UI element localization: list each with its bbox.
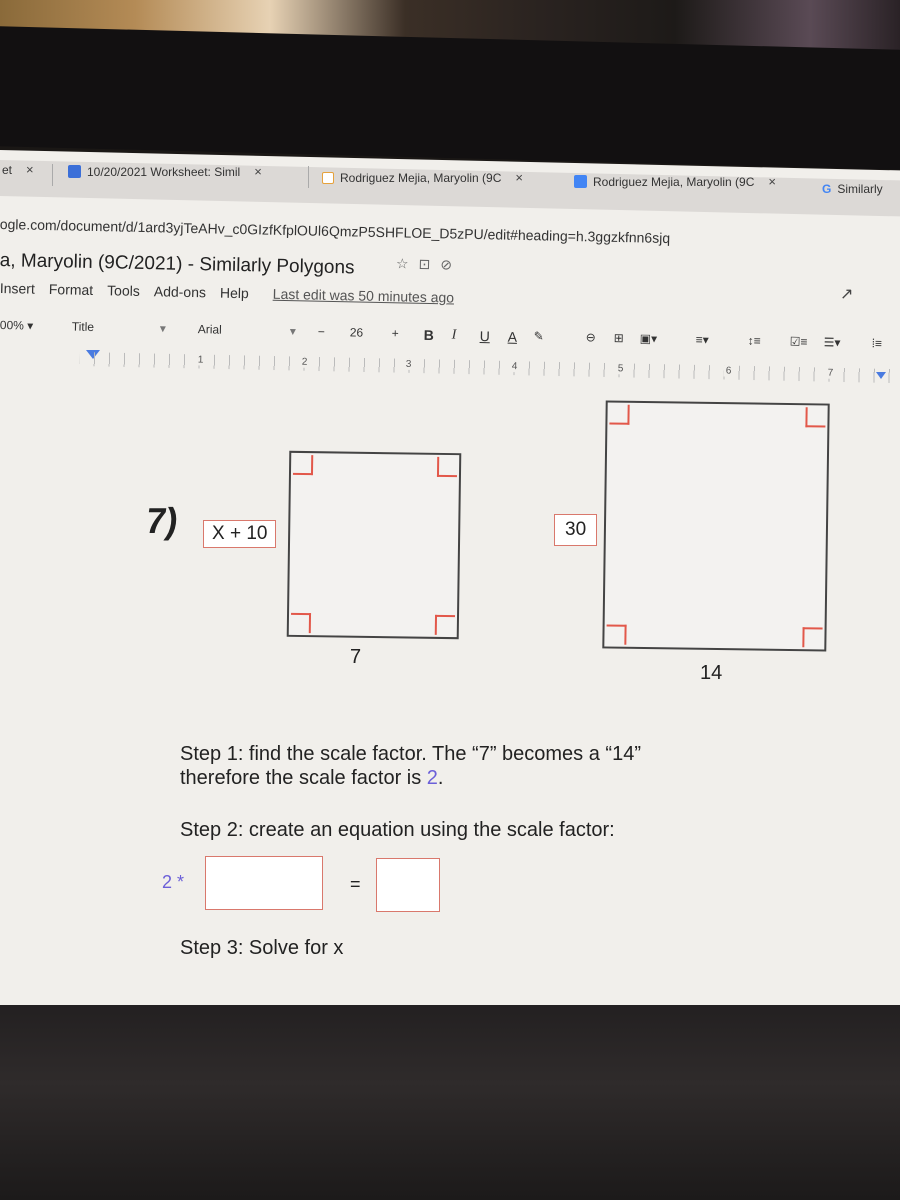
- italic-button[interactable]: I: [452, 327, 457, 343]
- right-angle-mark: [292, 454, 314, 476]
- large-bottom-label[interactable]: 14: [700, 662, 722, 685]
- menu-format[interactable]: Format: [49, 281, 94, 298]
- laptop-lower-area: [0, 1005, 900, 1200]
- menu-help[interactable]: Help: [220, 285, 249, 302]
- image-icon[interactable]: ▣▾: [640, 331, 658, 345]
- equation-left-input[interactable]: [205, 856, 323, 910]
- tab-label: Rodriguez Mejia, Maryolin (9C: [340, 170, 502, 185]
- close-icon[interactable]: ×: [254, 164, 262, 179]
- tab-worksheet[interactable]: 10/20/2021 Worksheet: Simil ×: [68, 164, 262, 179]
- right-angle-mark: [802, 627, 823, 648]
- scale-factor-value: 2: [426, 767, 438, 789]
- star-icon[interactable]: ☆: [396, 255, 419, 271]
- tab-rodriguez-1[interactable]: Rodriguez Mejia, Maryolin (9C ×: [322, 170, 523, 185]
- style-select[interactable]: Title: [72, 320, 95, 334]
- zoom-select[interactable]: 00% ▾: [0, 318, 33, 333]
- menu-tools[interactable]: Tools: [107, 282, 140, 299]
- equation-right-input[interactable]: [376, 858, 440, 912]
- small-square: [286, 450, 462, 640]
- chevron-down-icon[interactable]: ▾: [290, 324, 296, 338]
- classroom-icon: [68, 165, 81, 178]
- step1-line2: therefore the scale factor is 2.: [180, 767, 444, 789]
- right-angle-mark: [290, 612, 312, 634]
- font-select[interactable]: Arial: [198, 322, 222, 336]
- tab-label: 10/20/2021 Worksheet: Simil: [87, 164, 241, 179]
- tab-rodriguez-2[interactable]: Rodriguez Mejia, Maryolin (9C ×: [574, 174, 776, 189]
- tab-separator: [52, 164, 53, 186]
- align-icon[interactable]: ≡▾: [696, 333, 709, 347]
- equals-sign: =: [350, 874, 361, 894]
- bold-button[interactable]: B: [424, 327, 434, 343]
- large-side-label[interactable]: 30: [554, 514, 598, 546]
- equation-prefix: 2 *: [162, 872, 185, 892]
- docs-icon: [574, 175, 587, 188]
- ruler-mark: 4: [509, 361, 520, 373]
- ruler-mark: 2: [299, 356, 310, 368]
- ruler-mark: 1: [195, 354, 206, 366]
- large-square: [602, 400, 830, 652]
- tab-label: Rodriguez Mejia, Maryolin (9C: [593, 174, 755, 189]
- tab-label: et: [2, 162, 13, 177]
- bulleted-list-icon[interactable]: ☰▾: [824, 335, 841, 349]
- highlight-icon[interactable]: ✎: [534, 329, 544, 343]
- font-size-input[interactable]: 26: [350, 325, 364, 339]
- right-angle-mark: [609, 404, 630, 425]
- text-color-button[interactable]: A: [508, 329, 518, 345]
- tab-separator: [308, 166, 309, 188]
- small-bottom-label[interactable]: 7: [350, 646, 361, 669]
- right-indent-marker[interactable]: [876, 372, 886, 379]
- menu-insert[interactable]: Insert: [0, 280, 35, 297]
- problem-number: 7): [143, 500, 181, 541]
- step1-line1: Step 1: find the scale factor. The “7” b…: [180, 743, 641, 765]
- tab-similarly[interactable]: G Similarly: [822, 182, 883, 196]
- ruler-mark: 6: [723, 365, 734, 377]
- right-angle-mark: [436, 456, 458, 478]
- right-angle-mark: [805, 407, 826, 428]
- link-icon[interactable]: ⊖: [586, 330, 596, 344]
- laptop-bezel: [0, 26, 900, 170]
- increase-font-button[interactable]: +: [392, 326, 399, 340]
- line-spacing-icon[interactable]: ↕≡: [748, 334, 761, 348]
- step3-text: Step 3: Solve for x: [180, 937, 344, 959]
- drive-icon: [322, 171, 334, 184]
- tab-label: Similarly: [837, 182, 883, 196]
- small-side-label[interactable]: X + 10: [203, 520, 277, 548]
- close-icon[interactable]: ×: [768, 174, 776, 189]
- title-actions: ☆⊡⊘: [396, 255, 462, 273]
- numbered-list-icon[interactable]: ⁞≡: [872, 336, 883, 350]
- ruler-mark: 3: [403, 358, 414, 370]
- close-icon[interactable]: ×: [515, 170, 523, 185]
- move-icon[interactable]: ⊡: [418, 256, 440, 272]
- right-angle-mark: [434, 614, 456, 636]
- cloud-status-icon: ⊘: [440, 256, 463, 273]
- checklist-icon[interactable]: ☑≡: [790, 335, 808, 349]
- chevron-down-icon[interactable]: ▾: [160, 321, 166, 335]
- tab-partial[interactable]: et ×: [2, 162, 34, 177]
- ruler-mark: 5: [615, 363, 626, 375]
- close-icon[interactable]: ×: [26, 162, 34, 177]
- decrease-font-button[interactable]: −: [318, 325, 325, 339]
- activity-icon[interactable]: ↗: [840, 284, 853, 304]
- step2-text: Step 2: create an equation using the sca…: [180, 819, 615, 841]
- google-icon: G: [822, 182, 832, 196]
- ruler-mark: 7: [825, 367, 836, 379]
- right-angle-mark: [606, 624, 627, 645]
- step1-text: Step 1: find the scale factor. The “7” b…: [180, 742, 641, 790]
- underline-button[interactable]: U: [480, 328, 490, 344]
- comment-icon[interactable]: ⊞: [614, 331, 624, 345]
- menu-addons[interactable]: Add-ons: [154, 283, 206, 300]
